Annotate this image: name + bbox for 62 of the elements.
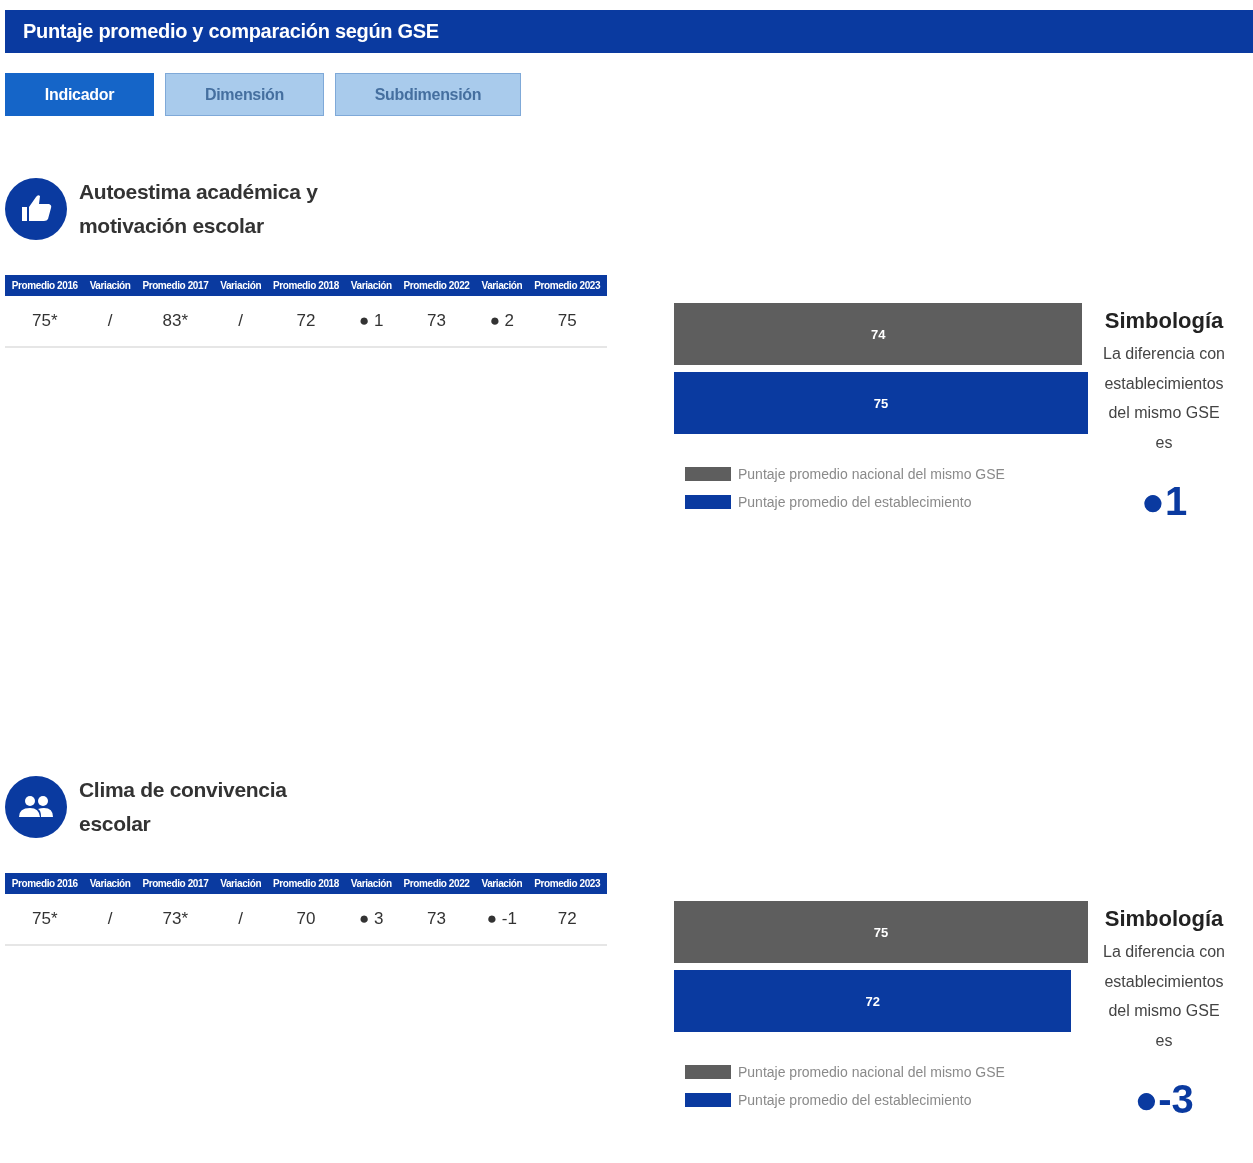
table-cell: 73*: [135, 894, 216, 945]
table-cell: /: [84, 296, 136, 347]
column-header: Variación: [215, 873, 267, 894]
legend-text: La diferencia con establecimientos del mismo GSE es: [1102, 942, 1226, 1051]
difference-value: ●1: [1140, 479, 1188, 524]
table-cell: 75: [527, 296, 607, 347]
column-header: Promedio 2023: [527, 275, 607, 296]
table-cell: ● -1: [476, 894, 528, 945]
tab[interactable]: Dimensión: [165, 73, 324, 116]
table-cell: 73: [396, 296, 477, 347]
table-cell: ● 3: [345, 894, 397, 945]
bar-value-label: 75: [873, 924, 889, 940]
column-header: Promedio 2017: [135, 873, 216, 894]
bar-value-label: 72: [865, 993, 880, 1009]
page-title-bar: Puntaje promedio y comparación según GSE: [5, 10, 1253, 53]
column-header: Promedio 2023: [527, 873, 607, 894]
column-header: Promedio 2018: [266, 873, 346, 894]
thumbs-up-icon: [5, 178, 67, 240]
column-header: Promedio 2017: [135, 275, 216, 296]
people-icon: [5, 776, 67, 838]
column-header: Variación: [476, 873, 528, 894]
tab[interactable]: Indicador: [5, 73, 154, 116]
legend-label: Puntaje promedio nacional del mismo GSE: [738, 1064, 1005, 1080]
legend-label: Puntaje promedio del establecimiento: [738, 494, 972, 510]
table-cell: 70: [266, 894, 346, 945]
legend-swatch: [685, 467, 731, 481]
bar-value-label: 74: [871, 326, 886, 342]
column-header: Promedio 2022: [396, 873, 477, 894]
column-header: Variación: [84, 275, 136, 296]
table-cell: 72: [266, 296, 346, 347]
table-cell: /: [84, 894, 136, 945]
table-cell: 75*: [5, 296, 85, 347]
legend-title: Simbología: [1104, 308, 1224, 334]
legend-label: Puntaje promedio del establecimiento: [738, 1092, 972, 1108]
table-cell: 72: [527, 894, 607, 945]
table-cell: ● 1: [345, 296, 397, 347]
legend-label: Puntaje promedio nacional del mismo GSE: [738, 466, 1005, 482]
table-cell: ● 2: [476, 296, 528, 347]
column-header: Promedio 2016: [5, 275, 85, 296]
table-cell: 73: [396, 894, 477, 945]
table-cell: 75*: [5, 894, 85, 945]
table-cell: 83*: [135, 296, 216, 347]
difference-value: ●-3: [1134, 1077, 1194, 1122]
column-header: Variación: [84, 873, 136, 894]
legend-text: La diferencia con establecimientos del mismo GSE es: [1102, 344, 1226, 453]
legend-swatch: [685, 1065, 731, 1079]
column-header: Variación: [215, 275, 267, 296]
column-header: Promedio 2018: [266, 275, 346, 296]
column-header: Variación: [345, 275, 397, 296]
legend-swatch: [685, 1093, 731, 1107]
bar-value-label: 75: [873, 395, 889, 411]
legend-title: Simbología: [1104, 906, 1224, 932]
indicator-title: Autoestima académica y motivación escolar: [79, 179, 319, 239]
indicator-title: Clima de convivencia escolar: [79, 777, 288, 837]
column-header: Variación: [345, 873, 397, 894]
legend-swatch: [685, 495, 731, 509]
column-header: Variación: [476, 275, 528, 296]
tab[interactable]: Subdimensión: [335, 73, 521, 116]
table-cell: /: [215, 296, 267, 347]
column-header: Promedio 2022: [396, 275, 477, 296]
table-cell: /: [215, 894, 267, 945]
column-header: Promedio 2016: [5, 873, 85, 894]
